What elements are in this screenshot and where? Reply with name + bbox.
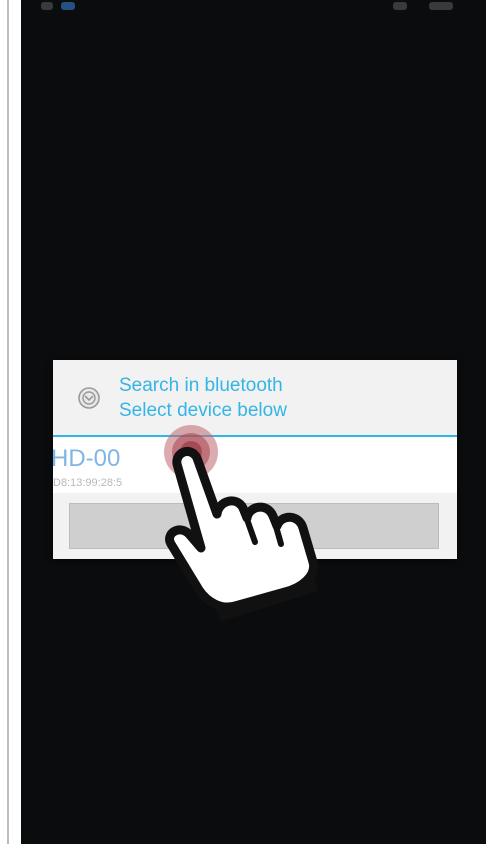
pointing-hand-icon bbox=[161, 430, 331, 630]
dialog-subtitle: Select device below bbox=[119, 400, 287, 421]
screenshot-frame: Search in bluetooth Select device below … bbox=[0, 0, 493, 844]
status-bar bbox=[21, 0, 486, 14]
frame-edge-left bbox=[7, 0, 9, 844]
status-bar-battery-icon bbox=[429, 2, 453, 10]
device-name: HD-00 bbox=[51, 445, 121, 472]
status-bar-notification-icon bbox=[61, 2, 75, 10]
status-bar-left-icons bbox=[41, 2, 53, 10]
device-address: D8:13:99:28:5 bbox=[53, 477, 123, 489]
phone-screen: Search in bluetooth Select device below … bbox=[21, 0, 486, 844]
status-bar-right-icons bbox=[393, 2, 407, 10]
dialog-title: Search in bluetooth bbox=[119, 375, 283, 396]
bluetooth-search-icon bbox=[78, 387, 100, 409]
dialog-header: Search in bluetooth Select device below bbox=[53, 360, 457, 435]
